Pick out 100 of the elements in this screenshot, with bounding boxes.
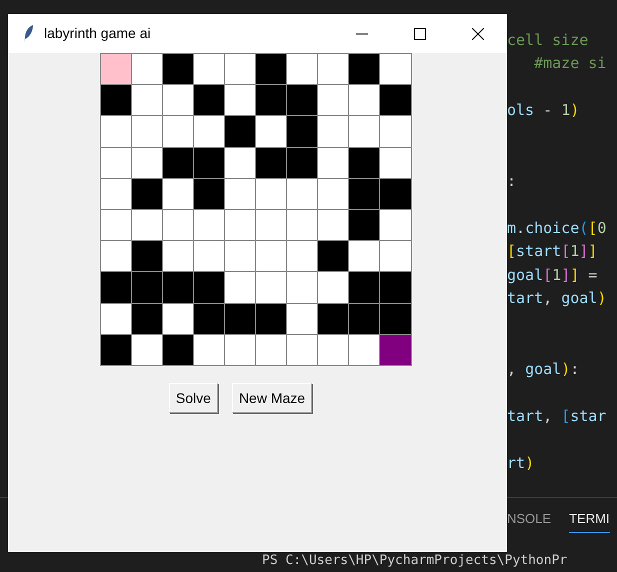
maze-cell: [194, 272, 224, 303]
code-line: , goal):: [507, 358, 580, 379]
maze-cell: [318, 334, 348, 365]
maze-cell: [287, 241, 318, 272]
maze-cell: [256, 304, 286, 334]
maze-cell: [162, 241, 193, 272]
maze-cell: [318, 304, 348, 334]
maze-cell: [349, 210, 380, 240]
maze-cell: [162, 178, 193, 209]
maze-cell: [349, 272, 380, 303]
maze-cell: [100, 241, 131, 272]
action-button[interactable]: New Maze: [232, 383, 312, 413]
maze-cell: [100, 116, 131, 147]
maze-cell: [162, 148, 193, 178]
maze-cell: [224, 334, 255, 365]
maze-cell: [194, 148, 224, 178]
maze-cell: [287, 116, 318, 147]
maze-cell: [256, 210, 286, 240]
maze-cell: [256, 85, 286, 116]
maze-cell: [318, 116, 348, 147]
maze-cell: [318, 272, 348, 303]
maze-cell: [256, 54, 286, 84]
maze-cell: [287, 178, 318, 209]
maze-cell: [349, 304, 380, 334]
maze-cell: [100, 148, 131, 178]
maze-cell: [224, 272, 255, 303]
maze-cell: [380, 178, 410, 209]
maze-cell: [224, 210, 255, 240]
maximize-icon: [414, 28, 426, 40]
maze-cell: [380, 85, 410, 116]
maze-cell: [132, 272, 162, 303]
action-button[interactable]: Solve: [168, 383, 218, 413]
maze-cell: [318, 210, 348, 240]
maze-cell: [287, 272, 318, 303]
code-line: rt): [507, 452, 534, 473]
maze-cell: [256, 116, 286, 147]
maze-cell: [380, 116, 410, 147]
window-title: labyrinth game ai: [44, 24, 151, 43]
code-line: m.choice([0: [507, 218, 606, 238]
maze-cell: [380, 148, 410, 178]
maze-cell: [349, 148, 380, 178]
maze-cell: [100, 304, 131, 334]
code-line: tart, goal): [507, 288, 606, 308]
maze-cell: [224, 304, 255, 334]
maze-cell: [162, 334, 193, 365]
maze-cell: [380, 334, 410, 365]
maze-cell: [287, 85, 318, 116]
maze-cell: [256, 148, 286, 178]
maze-cell: [224, 148, 255, 178]
maze-cell: [256, 272, 286, 303]
maze-cell: [349, 85, 380, 116]
maze-cell: [100, 210, 131, 240]
maze-cell: [256, 241, 286, 272]
maze-cell: [100, 178, 131, 209]
maze-cell: [132, 148, 162, 178]
maze-cell: [100, 54, 131, 84]
maze-cell: [132, 85, 162, 116]
maze-cell: [287, 210, 318, 240]
maze-cell: [224, 241, 255, 272]
maze-cell: [224, 178, 255, 209]
maze-cell: [318, 85, 348, 116]
code-line: goal[1]] =: [507, 264, 598, 285]
code-line: [start[1]]: [507, 241, 598, 262]
maze-cell: [318, 148, 348, 178]
maze-cell: [256, 334, 286, 365]
maze-cell: [132, 116, 162, 147]
maze-cell: [318, 178, 348, 209]
maze-cell: [349, 334, 380, 365]
maze-cell: [224, 116, 255, 147]
maze-cell: [162, 85, 193, 116]
maze-cell: [162, 210, 193, 240]
maze-cell: [380, 241, 410, 272]
maze-cell: [132, 304, 162, 334]
maze-cell: [349, 178, 380, 209]
maze-cell: [349, 116, 380, 147]
panel-tab[interactable]: NSOLE: [507, 504, 552, 533]
close-icon: [472, 28, 484, 40]
maze-cell: [162, 54, 193, 84]
feather-icon: [22, 24, 34, 44]
maze-cell: [287, 304, 318, 334]
maze-cell: [162, 304, 193, 334]
code-line: tart, [star: [507, 406, 606, 426]
maze-cell: [194, 178, 224, 209]
minimize-icon: [356, 32, 368, 34]
maze-cell: [380, 272, 410, 303]
maze-cell: [132, 178, 162, 209]
code-line: #maze si: [533, 53, 606, 74]
panel-tab[interactable]: TERMI: [569, 504, 610, 533]
maze-cell: [162, 116, 193, 147]
maze-cell: [194, 210, 224, 240]
maze-cell: [194, 304, 224, 334]
maze-cell: [194, 116, 224, 147]
maze-cell: [318, 241, 348, 272]
maze-cell: [100, 272, 131, 303]
maze-cell: [380, 304, 410, 334]
maze-cell: [194, 85, 224, 116]
code-line: :: [507, 170, 516, 191]
maze-cell: [132, 210, 162, 240]
maze-cell: [349, 241, 380, 272]
maze-cell: [287, 148, 318, 178]
